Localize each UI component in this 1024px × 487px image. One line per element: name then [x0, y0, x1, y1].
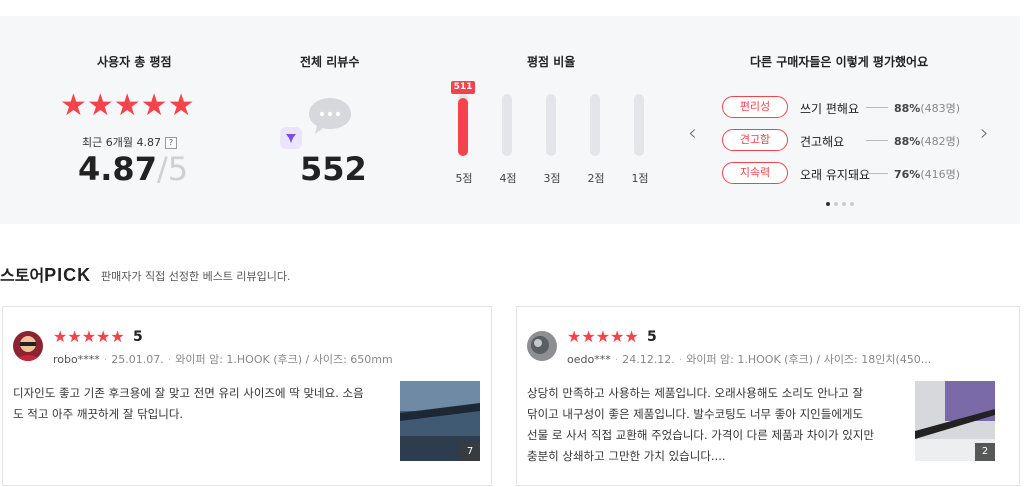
- rating-bar-track: [546, 94, 556, 156]
- review-body: 상당히 만족하고 사용하는 제품입니다. 오래사용해도 소리도 안나고 잘 닦이…: [527, 386, 875, 463]
- rating-bar-track: [590, 94, 600, 156]
- buyer-evaluation-title: 다른 구매자들은 이렇게 평가했어요: [750, 55, 929, 69]
- rating-bar-label: 4점: [499, 172, 517, 185]
- pagination-dot[interactable]: [834, 202, 838, 206]
- rating-bar-track: [634, 94, 644, 156]
- score-value: 4.87: [78, 150, 157, 188]
- evaluation-percent: 76%(416명): [894, 166, 960, 182]
- evaluation-pct-value: 88%: [894, 102, 921, 115]
- review-option: 와이퍼 암: 1.HOOK (후크) / 사이즈: 18인치(450...: [686, 353, 932, 366]
- evaluation-divider: [866, 140, 888, 141]
- recent-six-month-rating: 최근 6개월 4.87?: [82, 134, 177, 150]
- rating-bar-count: 511: [451, 81, 475, 94]
- evaluation-percent: 88%(483명): [894, 100, 960, 116]
- rating-bar-label: 1점: [631, 172, 649, 185]
- review-user: oedo***: [567, 353, 611, 366]
- review-photo[interactable]: 7: [400, 381, 480, 461]
- review-card[interactable]: ★★★★★ 5 robo**** · 25.01.07. · 와이퍼 암: 1.HOOK…: [2, 306, 492, 486]
- evaluation-pct-value: 88%: [894, 135, 921, 148]
- rating-bar-label: 3점: [543, 172, 561, 185]
- rating-bar-label: 2점: [587, 172, 605, 185]
- rating-bar-fill: [458, 98, 468, 156]
- review-meta: robo**** · 25.01.07. · 와이퍼 암: 1.HOOK (후크) / …: [53, 353, 393, 366]
- next-arrow-icon[interactable]: ›: [980, 121, 989, 146]
- evaluation-text: 오래 유지돼요: [800, 168, 871, 182]
- average-rating-stars: ★★★★★: [60, 88, 195, 123]
- review-date: 24.12.12.: [622, 353, 675, 366]
- store-pick-prefix: 스토어: [0, 266, 45, 285]
- review-photo[interactable]: 2: [915, 381, 995, 461]
- evaluation-percent: 88%(482명): [894, 133, 960, 149]
- rating-bar-track: [502, 94, 512, 156]
- prev-arrow-icon[interactable]: ‹: [688, 121, 697, 146]
- evaluation-text: 견고해요: [800, 135, 845, 149]
- evaluation-divider: [866, 107, 888, 108]
- review-count-title: 전체 리뷰수: [300, 55, 360, 69]
- evaluation-divider: [866, 173, 888, 174]
- evaluation-tag: 견고함: [722, 129, 788, 151]
- average-score: 4.87/5: [78, 150, 188, 188]
- avatar: [13, 331, 43, 361]
- purple-badge-icon: [280, 127, 302, 149]
- store-pick-subtitle: 판매자가 직접 선정한 베스트 리뷰입니다.: [101, 270, 291, 283]
- evaluation-text: 쓰기 편해요: [800, 102, 860, 116]
- speech-bubble-icon: [309, 98, 351, 134]
- store-pick-title: 스토어PICK: [0, 262, 91, 286]
- review-stars: ★★★★★: [53, 327, 125, 346]
- rating-bar-label: 5점: [455, 172, 473, 185]
- photo-count-badge: 2: [975, 443, 995, 461]
- review-stars: ★★★★★: [567, 327, 639, 346]
- review-card[interactable]: ★★★★★ 5 oedo*** · 24.12.12. · 와이퍼 암: 1.HOOK …: [516, 306, 1020, 486]
- carousel-pagination: [826, 191, 858, 210]
- review-user: robo****: [53, 353, 100, 366]
- recent-rating-label: 최근 6개월 4.87: [82, 136, 161, 149]
- photo-count-badge: 7: [460, 443, 480, 461]
- review-body: 디자인도 좋고 기존 후크용에 잘 맞고 전면 유리 사이즈에 딱 맞네요. 소…: [13, 386, 364, 421]
- total-review-count: 552: [300, 150, 367, 188]
- help-icon[interactable]: ?: [164, 137, 177, 149]
- pagination-dot[interactable]: [826, 202, 830, 206]
- avatar: [527, 331, 557, 361]
- evaluation-tag: 편리성: [722, 96, 788, 118]
- rating-bar-track: 511: [451, 81, 475, 156]
- score-max: /5: [156, 150, 189, 188]
- evaluation-pct-count: (482명): [920, 135, 961, 148]
- rating-ratio-title: 평점 비율: [527, 55, 576, 69]
- average-rating-title: 사용자 총 평점: [97, 55, 172, 69]
- evaluation-tag: 지속력: [722, 162, 788, 184]
- review-score: 5: [133, 329, 143, 345]
- review-option: 와이퍼 암: 1.HOOK (후크) / 사이즈: 650mm: [175, 353, 393, 366]
- review-meta: oedo*** · 24.12.12. · 와이퍼 암: 1.HOOK (후크) / 사…: [567, 353, 932, 366]
- evaluation-pct-count: (416명): [920, 168, 961, 181]
- evaluation-pct-count: (483명): [920, 102, 961, 115]
- review-score: 5: [647, 329, 657, 345]
- pagination-dot[interactable]: [842, 202, 846, 206]
- evaluation-pct-value: 76%: [894, 168, 921, 181]
- pagination-dot[interactable]: [850, 202, 854, 206]
- store-pick-word: PICK: [44, 265, 92, 285]
- review-date: 25.01.07.: [111, 353, 164, 366]
